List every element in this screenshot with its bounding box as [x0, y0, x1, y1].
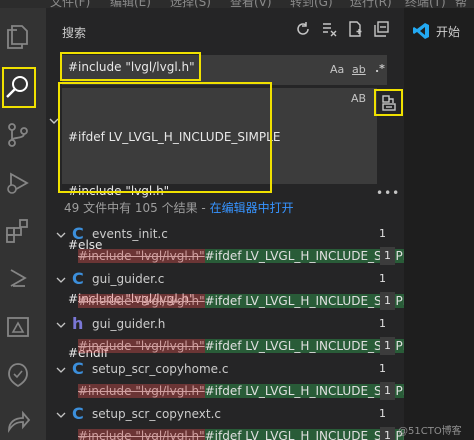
editor-area: 开始: [404, 8, 474, 440]
match-count-badge: 1: [380, 337, 395, 355]
new-search-editor-icon[interactable]: [346, 20, 364, 38]
result-file-count: 1: [379, 272, 386, 285]
chevron-down-icon[interactable]: [56, 275, 66, 285]
use-regex-toggle[interactable]: .*: [375, 62, 385, 75]
menu-terminal[interactable]: 终端(T): [405, 0, 446, 8]
match-count-badge: 1: [380, 427, 395, 440]
more-options-icon[interactable]: •••: [376, 186, 400, 200]
file-type-icon: C: [72, 269, 84, 288]
result-match-row[interactable]: #include "lvgl/lvgl.h"#ifdef LV_LVGL_H_I…: [78, 427, 404, 440]
chevron-down-icon[interactable]: [56, 320, 66, 330]
menu-file[interactable]: 文件(F): [50, 0, 90, 8]
replace-all-highlight: [374, 89, 403, 116]
extensions-icon[interactable]: [3, 216, 33, 246]
file-type-icon: C: [72, 224, 84, 243]
result-file-row[interactable]: Cevents_init.c 1: [46, 224, 404, 245]
source-control-icon[interactable]: [3, 120, 33, 150]
search-icon-highlight: [2, 67, 36, 108]
preserve-case-toggle[interactable]: AB: [351, 92, 366, 105]
result-file-count: 1: [379, 317, 386, 330]
remote-explorer-icon[interactable]: [3, 264, 33, 294]
vscode-logo-icon: [413, 23, 429, 39]
chevron-down-icon[interactable]: [56, 410, 66, 420]
menu-run[interactable]: 运行(R): [350, 0, 392, 8]
watermark: @51CTO博客: [398, 426, 462, 437]
match-whole-word-toggle[interactable]: ab: [352, 63, 366, 76]
clear-results-icon[interactable]: [320, 20, 338, 38]
result-file-name: setup_scr_copyhome.c: [92, 362, 229, 376]
result-file-row[interactable]: h gui_guider.h 1: [46, 314, 404, 335]
refresh-icon[interactable]: [294, 20, 312, 38]
menu-bar: 文件(F) 编辑(E) 选择(S) 查看(V) 转到(G) 运行(R) 终端(T…: [0, 0, 474, 8]
result-file-name: events_init.c: [92, 227, 168, 241]
result-file-count: 1: [379, 227, 386, 240]
file-type-icon: C: [72, 404, 84, 423]
result-file-row[interactable]: Cgui_guider.c 1: [46, 269, 404, 290]
open-in-editor-link[interactable]: 在编辑器中打开: [210, 201, 294, 215]
menu-edit[interactable]: 编辑(E): [110, 0, 151, 8]
file-type-icon: h: [72, 314, 84, 333]
match-count-badge: 1: [380, 382, 395, 400]
result-file-name: setup_scr_copynext.c: [92, 407, 221, 421]
match-old-text: #include "lvgl/lvgl.h": [78, 384, 205, 398]
collapse-all-icon[interactable]: [372, 20, 390, 38]
menu-view[interactable]: 查看(V): [230, 0, 272, 8]
match-new-text: #ifdef LV_LVGL_H_INCLUDE_SIMPLE: [204, 339, 404, 353]
match-new-text: #ifdef LV_LVGL_H_INCLUDE_SIMPLE: [204, 249, 404, 263]
menu-selection[interactable]: 选择(S): [170, 0, 211, 8]
match-new-text: #ifdef LV_LVGL_H_INCLUDE_SIMPLE: [204, 429, 404, 440]
match-old-text: #include "lvgl/lvgl.h": [78, 429, 205, 440]
result-file-row[interactable]: Csetup_scr_copyhome.c 1: [46, 359, 404, 380]
menu-go[interactable]: 转到(G): [290, 0, 333, 8]
match-new-text: #ifdef LV_LVGL_H_INCLUDE_SIMPLE: [204, 384, 404, 398]
results-summary: 49 文件中有 105 个结果 - 在编辑器中打开: [64, 199, 294, 216]
explorer-icon[interactable]: [3, 22, 33, 52]
testing-icon[interactable]: [3, 312, 33, 342]
match-old-text: #include "lvgl/lvgl.h": [78, 294, 205, 308]
chevron-down-icon[interactable]: [56, 365, 66, 375]
match-new-text: #ifdef LV_LVGL_H_INCLUDE_SIMPLE: [204, 294, 404, 308]
result-file-count: 1: [379, 407, 386, 420]
results-count-text: 49 文件中有 105 个结果 -: [64, 201, 210, 215]
search-sidebar: 搜索 #include "lvgl/lvgl.h" Aa ab .* #ifde…: [46, 8, 404, 440]
result-file-count: 1: [379, 362, 386, 375]
result-file-name: gui_guider.c: [92, 272, 165, 286]
file-type-icon: C: [72, 359, 84, 378]
chevron-down-icon[interactable]: [56, 230, 66, 240]
live-share-icon[interactable]: [3, 406, 33, 436]
result-file-name: gui_guider.h: [92, 317, 166, 331]
activity-bar: [0, 8, 46, 440]
result-match-row[interactable]: #include "lvgl/lvgl.h"#ifdef LV_LVGL_H_I…: [78, 247, 404, 265]
menu-help[interactable]: 帮助(H): [455, 0, 474, 8]
match-count-badge: 1: [380, 292, 395, 310]
tab-welcome[interactable]: 开始: [436, 23, 460, 40]
replace-input-highlight: [58, 82, 272, 193]
sidebar-title: 搜索: [62, 26, 87, 40]
accounts-icon[interactable]: [3, 360, 33, 390]
match-count-badge: 1: [380, 247, 395, 265]
result-file-row[interactable]: Csetup_scr_copynext.c 1: [46, 404, 404, 425]
result-match-row[interactable]: #include "lvgl/lvgl.h"#ifdef LV_LVGL_H_I…: [78, 337, 404, 355]
match-old-text: #include "lvgl/lvgl.h": [78, 249, 205, 263]
run-debug-icon[interactable]: [3, 168, 33, 198]
match-case-toggle[interactable]: Aa: [330, 63, 344, 76]
result-match-row[interactable]: #include "lvgl/lvgl.h"#ifdef LV_LVGL_H_I…: [78, 382, 404, 400]
result-match-row[interactable]: #include "lvgl/lvgl.h"#ifdef LV_LVGL_H_I…: [78, 292, 404, 310]
search-input-highlight: [60, 52, 201, 81]
match-old-text: #include "lvgl/lvgl.h": [78, 339, 205, 353]
